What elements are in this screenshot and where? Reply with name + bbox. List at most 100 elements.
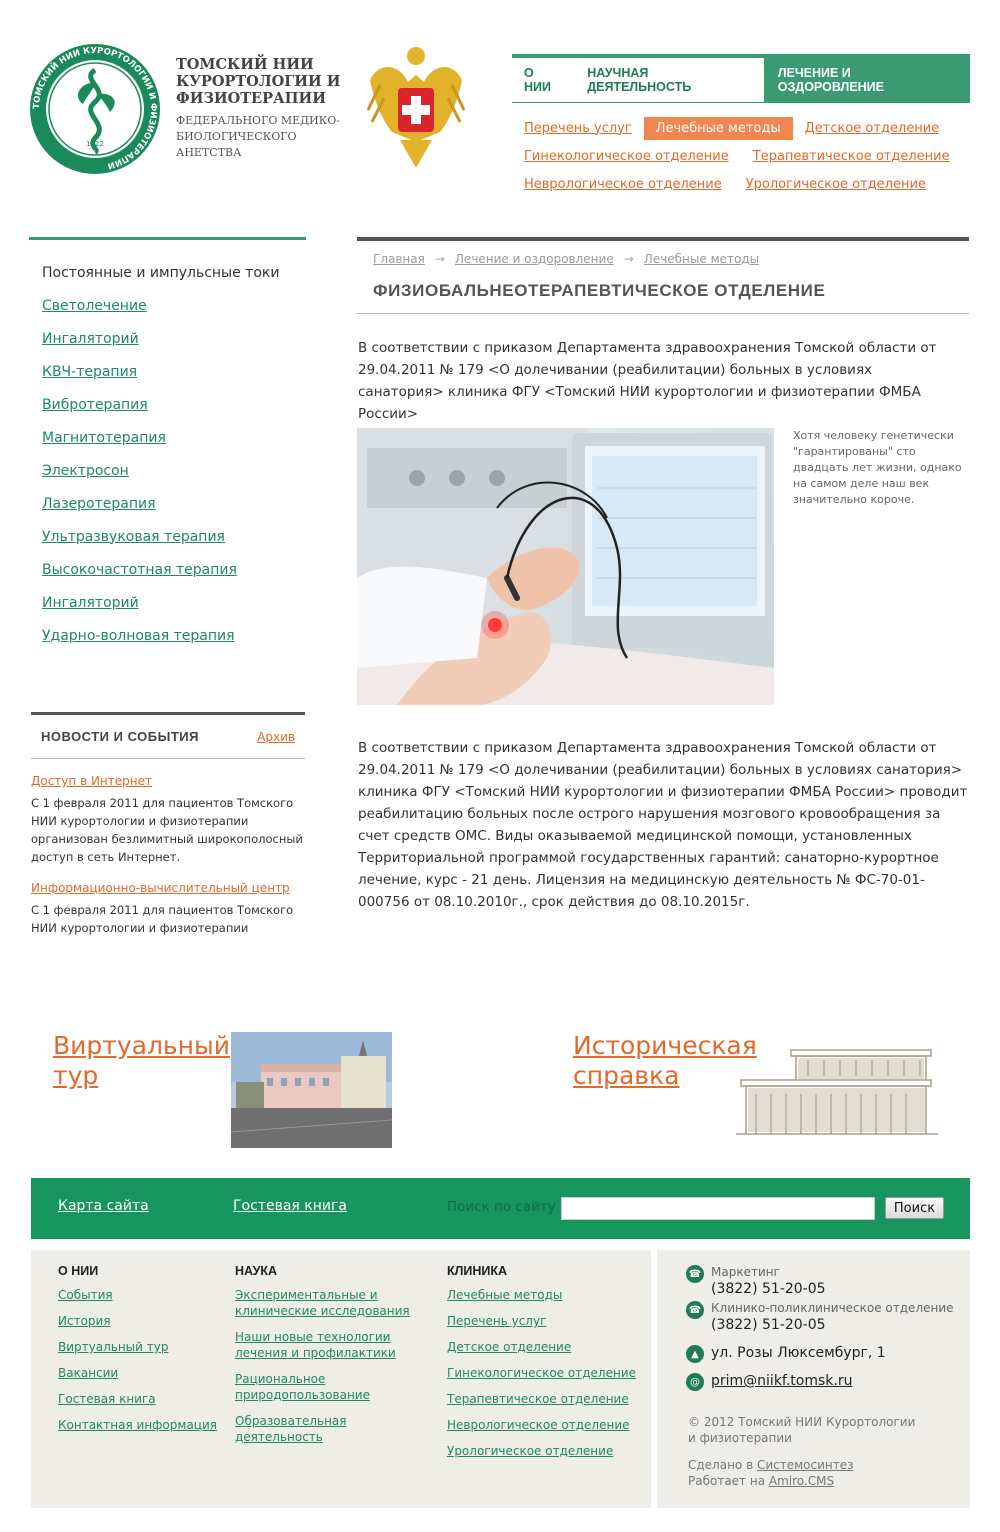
footer-link[interactable]: Виртуальный тур bbox=[58, 1339, 218, 1355]
left-menu-item[interactable]: Светолечение bbox=[42, 289, 302, 322]
left-menu-item[interactable]: Ингаляторий bbox=[42, 322, 302, 355]
footer-link[interactable]: История bbox=[58, 1313, 218, 1329]
org-name: ТОМСКИЙ НИИ КУРОРТОЛОГИИ И ФИЗИОТЕРАПИИ bbox=[176, 56, 341, 107]
main-column-rule bbox=[357, 237, 969, 241]
footer-link[interactable]: Гинекологическое отделение bbox=[447, 1365, 647, 1381]
breadcrumb-home[interactable]: Главная bbox=[373, 252, 425, 266]
subnav-neurology[interactable]: Неврологическое отделение bbox=[524, 177, 722, 192]
email-link[interactable]: prim@niikf.tomsk.ru bbox=[711, 1372, 852, 1390]
footer-col-title: КЛИНИКА bbox=[447, 1264, 508, 1278]
left-menu-item[interactable]: Электросон bbox=[42, 454, 302, 487]
address-text: ул. Розы Люксембург, 1 bbox=[711, 1345, 886, 1361]
photo-caption: Хотя человеку генетически "гарантированы… bbox=[793, 429, 962, 506]
top-navigation: О НИИ НАУЧНАЯ ДЕЯТЕЛЬНОСТЬ ЛЕЧЕНИЕ И ОЗД… bbox=[512, 54, 970, 103]
left-menu-item[interactable]: Магнитотерапия bbox=[42, 421, 302, 454]
historic-building-drawing bbox=[736, 1049, 938, 1135]
footer-col-clinic: КЛИНИКА Лечебные методы Перечень услуг Д… bbox=[447, 1264, 647, 1469]
breadcrumb-treatment[interactable]: Лечение и оздоровление bbox=[455, 252, 614, 266]
subnav-therapy[interactable]: Терапевтическое отделение bbox=[753, 149, 950, 164]
footer-col-title: О НИИ bbox=[58, 1264, 99, 1278]
page-title: ФИЗИОБАЛЬНЕОТЕРАПЕВТИЧЕСКОЕ ОТДЕЛЕНИЕ bbox=[373, 281, 826, 300]
search-input[interactable] bbox=[561, 1197, 875, 1220]
left-menu-item[interactable]: КВЧ-терапия bbox=[42, 355, 302, 388]
main-paragraph: В соответствии с приказом Департамента з… bbox=[358, 740, 968, 910]
news-item-text: С 1 февраля 2011 для пациентов Томского … bbox=[31, 796, 303, 864]
title-divider bbox=[357, 313, 969, 314]
subnav-gynecology[interactable]: Гинекологическое отделение bbox=[524, 149, 729, 164]
left-menu-item[interactable]: Высокочастотная терапия bbox=[42, 553, 302, 586]
left-menu-item[interactable]: Ингаляторий bbox=[42, 586, 302, 619]
footer-link[interactable]: Наши новые технологии лечения и профилак… bbox=[235, 1329, 435, 1361]
institute-logo[interactable]: ТОМСКИЙ НИИ КУРОРТОЛОГИИ И ФИЗИОТЕРАПИИ … bbox=[28, 42, 162, 176]
laser-therapy-photo bbox=[357, 428, 774, 705]
footer-link[interactable]: Перечень услуг bbox=[447, 1313, 647, 1329]
footer-col-title: НАУКА bbox=[235, 1264, 278, 1278]
intro-paragraph: В соответствии с приказом Департамента з… bbox=[358, 340, 937, 422]
footer-link[interactable]: Экспериментальные и клинические исследов… bbox=[235, 1287, 435, 1319]
location-icon: ▲ bbox=[686, 1345, 704, 1363]
credits: Сделано в Системосинтез Работает на Amir… bbox=[688, 1457, 854, 1489]
topnav-treatment[interactable]: ЛЕЧЕНИЕ И ОЗДОРОВЛЕНИЕ bbox=[763, 58, 970, 102]
news-item-link[interactable]: Доступ в Интернет bbox=[31, 774, 305, 788]
topnav-about[interactable]: О НИИ bbox=[512, 58, 575, 102]
contact-clinic: ☎ Клинико-поликлиническое отделение (382… bbox=[686, 1300, 954, 1334]
footer-link[interactable]: Рациональное природопользование bbox=[235, 1371, 435, 1403]
subnav-children[interactable]: Детское отделение bbox=[805, 121, 940, 136]
subnav-urology[interactable]: Урологическое отделение bbox=[746, 177, 926, 192]
footer-link[interactable]: Детское отделение bbox=[447, 1339, 647, 1355]
left-menu-item[interactable]: Лазеротерапия bbox=[42, 487, 302, 520]
cms-link[interactable]: Amiro.CMS bbox=[769, 1474, 834, 1488]
arrow-right-icon: → bbox=[434, 252, 445, 266]
left-menu-item[interactable]: Вибротерапия bbox=[42, 388, 302, 421]
footer-link[interactable]: Контактная информация bbox=[58, 1417, 218, 1433]
news-item-text: С 1 февраля 2011 для пациентов Томского … bbox=[31, 903, 294, 935]
footer-col-about: О НИИ События История Виртуальный тур Ва… bbox=[58, 1264, 218, 1443]
news-item-link[interactable]: Информационно-вычислительный центр bbox=[31, 881, 305, 895]
footer-link[interactable]: Гостевая книга bbox=[58, 1391, 218, 1407]
sub-navigation: Перечень услуг Лечебные методы Детское о… bbox=[512, 114, 972, 198]
footer-link[interactable]: Терапевтическое отделение bbox=[447, 1391, 647, 1407]
credits-runs-label: Работает на bbox=[688, 1474, 766, 1488]
credits-made-label: Сделано в bbox=[688, 1458, 754, 1472]
fmba-emblem-icon bbox=[366, 47, 466, 168]
arrow-right-icon: → bbox=[623, 252, 634, 266]
footer-link[interactable]: Лечебные методы bbox=[447, 1287, 647, 1303]
news-block: НОВОСТИ И СОБЫТИЯ Архив Доступ в Интерне… bbox=[31, 712, 305, 937]
footer-link[interactable]: Неврологическое отделение bbox=[447, 1417, 647, 1433]
footer-link[interactable]: События bbox=[58, 1287, 218, 1303]
developer-link[interactable]: Системосинтез bbox=[757, 1458, 854, 1472]
left-menu-item[interactable]: Постоянные и импульсные токи bbox=[42, 256, 302, 289]
footer-link[interactable]: Образовательная деятельность bbox=[235, 1413, 435, 1445]
search-button[interactable]: Поиск bbox=[885, 1197, 944, 1219]
news-archive-link[interactable]: Архив bbox=[257, 730, 295, 744]
subnav-methods[interactable]: Лечебные методы bbox=[643, 116, 793, 140]
left-menu-item[interactable]: Ударно-волновая терапия bbox=[42, 619, 302, 652]
left-column-rule bbox=[29, 237, 306, 240]
left-menu: Постоянные и импульсные токи Светолечени… bbox=[42, 256, 302, 652]
contact-marketing: ☎ Маркетинг (3822) 51-20-05 bbox=[686, 1264, 826, 1298]
phone-icon: ☎ bbox=[686, 1265, 704, 1283]
subnav-services[interactable]: Перечень услуг bbox=[524, 121, 632, 136]
news-title: НОВОСТИ И СОБЫТИЯ bbox=[41, 729, 199, 744]
footer-link[interactable]: Вакансии bbox=[58, 1365, 218, 1381]
contact-email: @ prim@niikf.tomsk.ru bbox=[686, 1372, 852, 1391]
copyright: © 2012 Томский НИИ Курортологии и физиот… bbox=[688, 1415, 916, 1445]
breadcrumb-methods[interactable]: Лечебные методы bbox=[644, 252, 759, 266]
contact-phone: (3822) 51-20-05 bbox=[711, 1281, 826, 1297]
topnav-science[interactable]: НАУЧНАЯ ДЕЯТЕЛЬНОСТЬ bbox=[575, 58, 764, 102]
footer-link[interactable]: Урологическое отделение bbox=[447, 1443, 647, 1459]
left-menu-item[interactable]: Ультразвуковая терапия bbox=[42, 520, 302, 553]
guestbook-link[interactable]: Гостевая книга bbox=[233, 1198, 347, 1214]
virtual-tour-image[interactable] bbox=[231, 1032, 392, 1148]
phone-icon: ☎ bbox=[686, 1301, 704, 1319]
org-subtitle: ФЕДЕРАЛЬНОГО МЕДИКО-БИОЛОГИЧЕСКОГО АНЕТС… bbox=[176, 114, 340, 159]
svg-text:1922: 1922 bbox=[86, 140, 104, 148]
breadcrumb: Главная → Лечение и оздоровление → Лечеб… bbox=[373, 252, 759, 266]
email-icon: @ bbox=[686, 1373, 704, 1391]
contact-label: Клинико-поликлиническое отделение bbox=[711, 1301, 954, 1315]
sitemap-link[interactable]: Карта сайта bbox=[58, 1198, 149, 1214]
virtual-tour-link[interactable]: Виртуальный тур bbox=[53, 1031, 230, 1091]
contact-label: Маркетинг bbox=[711, 1265, 780, 1279]
search-label: Поиск по сайту bbox=[447, 1199, 556, 1215]
contact-phone: (3822) 51-20-05 bbox=[711, 1317, 826, 1333]
